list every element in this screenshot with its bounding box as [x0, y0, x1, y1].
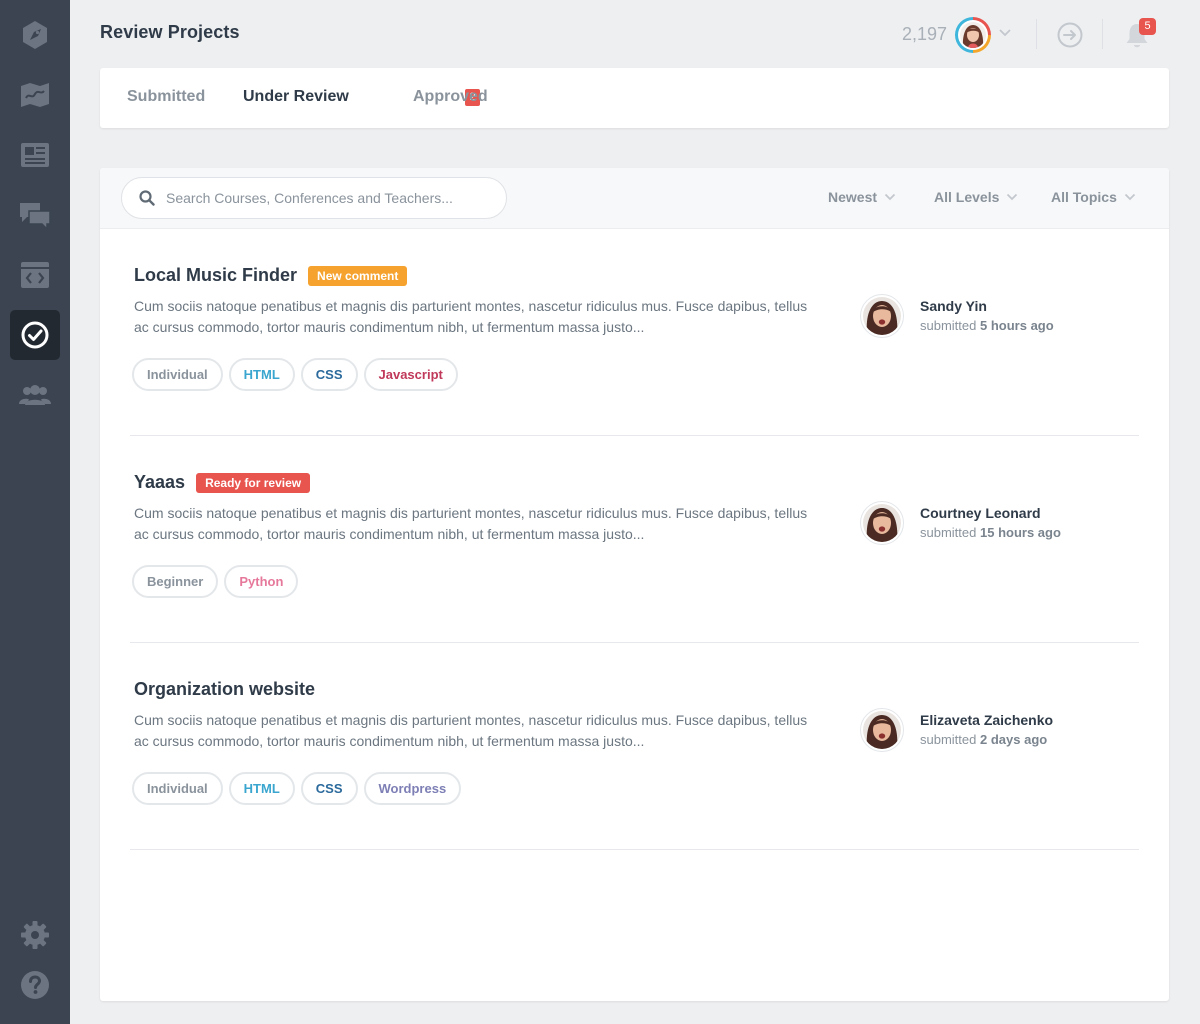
- sidebar-item-community[interactable]: [10, 370, 60, 420]
- sort-dropdown[interactable]: Newest: [828, 189, 896, 205]
- rocket-icon: [23, 21, 47, 49]
- submitter-name[interactable]: Courtney Leonard: [920, 503, 1061, 523]
- tag[interactable]: Beginner: [132, 565, 219, 598]
- tag[interactable]: Individual: [132, 358, 223, 391]
- submitter-avatar-image: [863, 504, 901, 542]
- tag[interactable]: Python: [224, 565, 299, 598]
- projects-panel: Newest All Levels All Topics Local Music…: [100, 168, 1169, 1001]
- tag[interactable]: Individual: [132, 772, 223, 805]
- submitter-name[interactable]: Elizaveta Zaichenko: [920, 710, 1053, 730]
- sidebar-item-chat[interactable]: [10, 190, 60, 240]
- submitter: Courtney Leonard submitted 15 hours ago: [860, 501, 1061, 545]
- project-description: Cum sociis natoque penatibus et magnis d…: [134, 298, 808, 335]
- check-circle-icon: [21, 321, 49, 349]
- user-avatar[interactable]: [955, 17, 991, 53]
- chevron-down-icon[interactable]: [998, 28, 1012, 38]
- tag[interactable]: HTML: [228, 358, 295, 391]
- sidebar-item-review[interactable]: [10, 310, 60, 360]
- submitter-avatar-image: [863, 711, 901, 749]
- sidebar-item-settings[interactable]: [10, 910, 60, 960]
- sidebar-item-home[interactable]: [10, 10, 60, 60]
- submitted-time: submitted 2 days ago: [920, 732, 1048, 747]
- chevron-down-icon: [1124, 193, 1135, 201]
- tag-list: Beginner Python: [132, 565, 304, 598]
- tab-submitted[interactable]: Submitted: [127, 88, 205, 106]
- level-dropdown-label: All Levels: [934, 189, 1000, 205]
- user-avatar-image: [960, 22, 986, 48]
- tag[interactable]: CSS: [300, 358, 358, 391]
- logout-icon[interactable]: [1057, 22, 1083, 48]
- project-item[interactable]: Organization website Cum sociis natoque …: [130, 643, 1139, 850]
- status-badge: Ready for review: [196, 472, 311, 493]
- chevron-down-icon: [1007, 193, 1018, 201]
- chevron-down-icon: [884, 193, 896, 201]
- project-title[interactable]: Organization website: [134, 679, 315, 700]
- topic-dropdown-label: All Topics: [1051, 189, 1117, 205]
- project-item[interactable]: Local Music Finder New comment Cum socii…: [130, 229, 1139, 436]
- tab-approved[interactable]: Approved: [413, 88, 488, 106]
- tag[interactable]: Wordpress: [363, 772, 462, 805]
- tag[interactable]: Javascript: [363, 358, 458, 391]
- search-box[interactable]: [121, 177, 507, 219]
- sidebar-item-help[interactable]: [10, 960, 60, 1010]
- submitter-name[interactable]: Sandy Yin: [920, 296, 1054, 316]
- sidebar-item-map[interactable]: [10, 70, 60, 120]
- chat-icon: [20, 203, 51, 229]
- code-window-icon: [21, 262, 49, 288]
- help-icon: [21, 971, 49, 999]
- header-divider: [1036, 19, 1037, 49]
- sidebar-item-news[interactable]: [10, 130, 60, 180]
- project-title[interactable]: Yaaas: [134, 472, 185, 493]
- submitter: Sandy Yin submitted 5 hours ago: [860, 294, 1054, 338]
- tag[interactable]: HTML: [228, 772, 295, 805]
- notification-badge: 5: [1139, 18, 1156, 35]
- submitter: Elizaveta Zaichenko submitted 2 days ago: [860, 708, 1053, 752]
- header-divider: [1102, 19, 1103, 49]
- avatar[interactable]: [860, 294, 904, 338]
- level-dropdown[interactable]: All Levels: [934, 189, 1018, 205]
- status-badge: New comment: [308, 265, 408, 286]
- gear-icon: [21, 921, 49, 949]
- page-title: Review Projects: [100, 22, 240, 42]
- sort-dropdown-label: Newest: [828, 189, 878, 205]
- tag-list: Individual HTML CSS Wordpress: [132, 772, 467, 805]
- avatar[interactable]: [860, 501, 904, 545]
- project-description: Cum sociis natoque penatibus et magnis d…: [134, 712, 808, 749]
- project-title[interactable]: Local Music Finder: [134, 265, 297, 286]
- tag[interactable]: CSS: [300, 772, 358, 805]
- project-description: Cum sociis natoque penatibus et magnis d…: [134, 505, 808, 542]
- search-input[interactable]: [166, 190, 486, 206]
- project-item[interactable]: Yaaas Ready for review Cum sociis natoqu…: [130, 436, 1139, 643]
- avatar[interactable]: [860, 708, 904, 752]
- tab-under-review[interactable]: Under Review: [243, 88, 349, 106]
- submitter-avatar-image: [863, 297, 901, 335]
- submitted-time: submitted 5 hours ago: [920, 318, 1054, 333]
- search-icon: [139, 190, 155, 206]
- tabs-bar: Submitted Under Review 2 Approved: [100, 68, 1169, 128]
- sidebar: [0, 0, 70, 1024]
- filter-bar: Newest All Levels All Topics: [100, 168, 1169, 229]
- topic-dropdown[interactable]: All Topics: [1051, 189, 1136, 205]
- sidebar-item-code[interactable]: [10, 250, 60, 300]
- users-icon: [19, 385, 51, 405]
- map-icon: [21, 83, 49, 107]
- tag-list: Individual HTML CSS Javascript: [132, 358, 464, 391]
- points-counter: 2,197: [902, 24, 948, 44]
- newspaper-icon: [21, 143, 49, 167]
- submitted-time: submitted 15 hours ago: [920, 525, 1061, 540]
